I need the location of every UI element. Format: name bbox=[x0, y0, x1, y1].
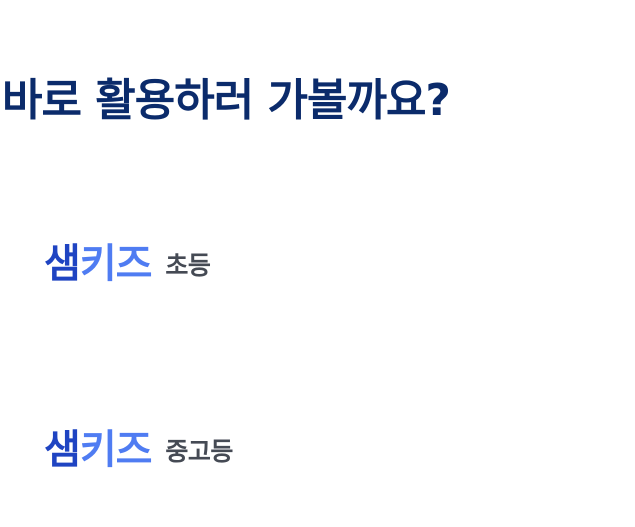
samkids-logo: 샘키즈 bbox=[44, 238, 153, 290]
samkids-elementary-link[interactable]: 샘키즈 초등 bbox=[44, 238, 211, 290]
samkids-logo: 샘키즈 bbox=[44, 424, 153, 476]
logo-text-kids: 키즈 bbox=[79, 427, 153, 473]
logo-text-sam: 샘 bbox=[44, 241, 81, 287]
samkids-secondary-link[interactable]: 샘키즈 중고등 bbox=[44, 424, 233, 476]
logo-text-kids: 키즈 bbox=[79, 241, 153, 287]
level-label-secondary: 중고등 bbox=[165, 437, 233, 466]
page-title: 바로 활용하러 가볼까요? bbox=[2, 75, 451, 126]
logo-text-sam: 샘 bbox=[44, 427, 81, 473]
level-label-elementary: 초등 bbox=[165, 251, 211, 280]
